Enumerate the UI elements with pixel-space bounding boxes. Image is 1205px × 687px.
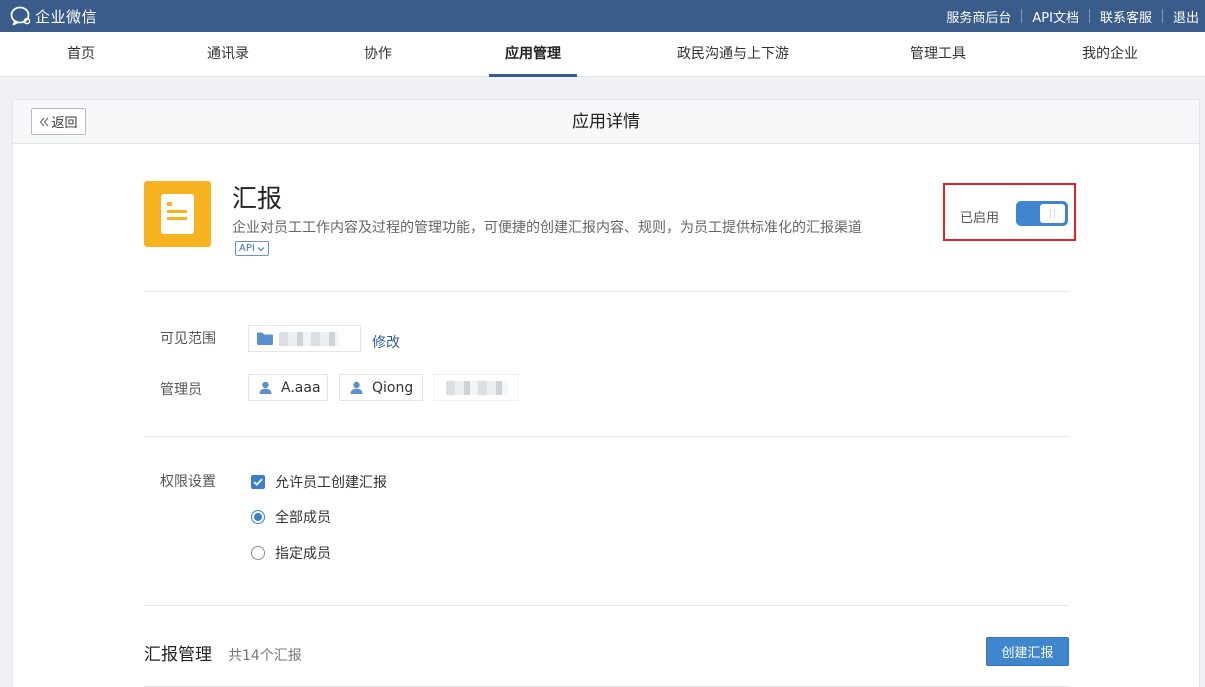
visibility-label: 可见范围: [160, 331, 216, 347]
admin-name: A.aaa: [281, 379, 321, 396]
radio-unselected[interactable]: [251, 546, 265, 560]
divider: [144, 605, 1069, 606]
api-tag-label: API: [239, 243, 255, 254]
nav-government[interactable]: 政民沟通与上下游: [677, 32, 789, 77]
allow-create-checkbox[interactable]: 允许员工创建汇报: [251, 472, 387, 492]
wecom-logo-icon: [10, 6, 31, 26]
admin-chip[interactable]: Qiong: [339, 374, 423, 401]
nav-app-management[interactable]: 应用管理: [489, 32, 577, 77]
reports-section-title: 汇报管理: [144, 645, 212, 665]
person-icon: [259, 381, 272, 394]
back-button[interactable]: 返回: [31, 108, 86, 135]
logout-link[interactable]: 退出: [1173, 7, 1199, 26]
admin-chip-blurred[interactable]: [433, 374, 519, 401]
admins-label: 管理员: [160, 382, 202, 398]
checkmark-icon: [253, 478, 263, 486]
nav-app-management-label: 应用管理: [505, 46, 561, 62]
allow-create-label: 允许员工创建汇报: [275, 475, 387, 491]
nav-my-company[interactable]: 我的企业: [1082, 32, 1138, 77]
app-description: 企业对员工工作内容及过程的管理功能，可便捷的创建汇报内容、规则，为员工提供标准化…: [232, 220, 862, 236]
contact-support-link[interactable]: 联系客服: [1100, 7, 1152, 26]
logo-text: 企业微信: [35, 7, 98, 26]
double-chevron-left-icon: [40, 117, 49, 126]
admin-name: Qiong: [372, 379, 414, 396]
admin-chip[interactable]: A.aaa: [248, 374, 328, 401]
chevron-down-icon: [257, 246, 265, 251]
app-name: 汇报: [232, 184, 283, 213]
toggle-knob: [1040, 204, 1065, 223]
specified-members-radio[interactable]: 指定成员: [251, 543, 331, 563]
service-provider-link[interactable]: 服务商后台: [946, 7, 1011, 26]
divider: [144, 436, 1069, 437]
top-links: 服务商后台 API文档 联系客服 退出: [946, 0, 1199, 32]
status-label: 已启用: [960, 211, 1000, 226]
nav-collaboration[interactable]: 协作: [364, 32, 392, 77]
permissions-label: 权限设置: [160, 474, 216, 490]
app-detail-card: 应用详情 返回 汇报 企业对员工工作内容及过程的管理功能，可便捷的创建汇报内容、…: [12, 99, 1200, 687]
checkbox-checked[interactable]: [251, 475, 265, 489]
nav-home[interactable]: 首页: [67, 32, 95, 77]
logo[interactable]: 企业微信: [10, 5, 97, 27]
all-members-radio[interactable]: 全部成员: [251, 507, 331, 527]
visibility-chip: [248, 325, 361, 352]
page-title: 应用详情: [572, 112, 640, 132]
folder-icon: [257, 332, 273, 345]
status-highlight: 已启用: [943, 183, 1076, 241]
divider: [1021, 9, 1023, 23]
modify-visibility-link[interactable]: 修改: [372, 332, 400, 352]
api-docs-link[interactable]: API文档: [1032, 7, 1079, 26]
card-header: 应用详情 返回: [13, 100, 1199, 144]
enable-toggle[interactable]: [1016, 201, 1068, 226]
document-icon: [161, 194, 194, 234]
main-nav: 首页 通讯录 协作 应用管理 政民沟通与上下游 管理工具 我的企业: [0, 32, 1205, 77]
person-icon: [350, 381, 363, 394]
all-members-label: 全部成员: [275, 510, 331, 526]
divider: [1088, 9, 1090, 23]
create-report-button[interactable]: 创建汇报: [986, 637, 1069, 666]
radio-selected[interactable]: [251, 510, 265, 524]
divider: [144, 291, 1069, 292]
blurred-dept-name: [279, 332, 339, 346]
app-icon: [144, 181, 211, 247]
api-tag[interactable]: API: [235, 241, 269, 256]
blurred-admin-name: [446, 381, 508, 395]
back-button-label: 返回: [51, 116, 78, 131]
top-bar: 企业微信 服务商后台 API文档 联系客服 退出: [0, 0, 1205, 32]
divider: [1161, 9, 1163, 23]
nav-contacts[interactable]: 通讯录: [207, 32, 249, 77]
reports-count: 共14个汇报: [228, 648, 302, 664]
active-tab-indicator: [489, 74, 577, 77]
specified-members-label: 指定成员: [275, 546, 331, 562]
nav-management-tools[interactable]: 管理工具: [910, 32, 966, 77]
